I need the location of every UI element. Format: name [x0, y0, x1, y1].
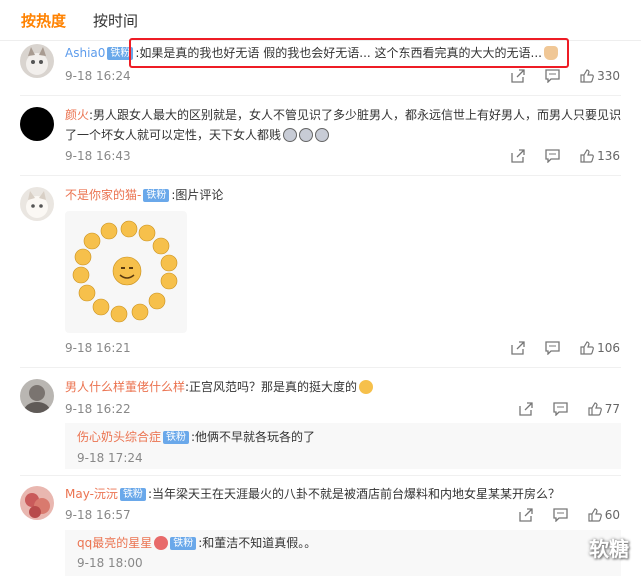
comment-actions: 60	[503, 507, 620, 523]
tab-by-time[interactable]: 按时间	[93, 10, 138, 31]
reply-text: qq最亮的星星 铁粉:和董洁不知道真假。。	[77, 534, 316, 552]
divider	[20, 367, 621, 368]
like-button[interactable]: 77	[588, 401, 620, 416]
share-icon[interactable]	[519, 507, 533, 522]
crying-face-emoji-icon	[315, 128, 330, 142]
like-count: 136	[597, 148, 620, 163]
reply-text: 伤心奶头综合症 铁粉:他俩不早就各玩各的了	[77, 428, 315, 446]
share-icon[interactable]	[519, 401, 533, 416]
reply-timestamp: 9-18 17:24	[77, 451, 143, 465]
comment-actions: 106	[495, 340, 620, 356]
avatar[interactable]	[20, 44, 54, 78]
fan-badge: 铁粉	[170, 537, 197, 550]
username[interactable]: 男人什么样董佬什么样	[65, 380, 185, 394]
reply-username[interactable]: qq最亮的星星	[77, 536, 152, 550]
comment-icon[interactable]	[553, 507, 568, 523]
username[interactable]: 不是你家的猫-	[65, 188, 141, 202]
timestamp: 9-18 16:43	[65, 149, 131, 163]
comment-text: 男人什么样董佬什么样:正宫风范吗？那是真的挺大度的	[65, 378, 374, 396]
comment-body-line2: 了一个坏女人就可以定性，天下女人都贱	[65, 128, 282, 142]
avatar[interactable]	[20, 107, 54, 141]
sparkle-emoji-icon	[154, 536, 169, 550]
like-button[interactable]: 136	[580, 148, 620, 163]
comment-text: 颜火:男人跟女人最大的区别就是，女人不管见识了多少脏男人，都永远信世上有好男人，…	[65, 106, 621, 124]
share-icon[interactable]	[511, 340, 526, 355]
comment-icon[interactable]	[545, 68, 560, 84]
comment-body-line1: :男人跟女人最大的区别就是，女人不管见识了多少脏男人，都永远信世上有好男人，而男…	[89, 108, 622, 122]
comment-actions: 77	[503, 401, 620, 417]
username[interactable]: May-沅沅	[65, 487, 118, 501]
watermark-logo: 软糖	[589, 537, 629, 561]
avatar[interactable]	[20, 379, 54, 413]
fan-badge: 铁粉	[119, 488, 146, 501]
comment-text-cont: 了一个坏女人就可以定性，天下女人都贱	[65, 126, 330, 144]
smile-emoji-icon	[359, 380, 374, 394]
emoji-circle-image	[72, 220, 178, 323]
reply-username[interactable]: 伤心奶头综合症	[77, 430, 161, 444]
comment-body: :图片评论	[171, 188, 224, 202]
reply-timestamp: 9-18 18:00	[77, 556, 143, 570]
comment-icon[interactable]	[545, 340, 560, 356]
comment-body: :当年梁天王在天涯最火的八卦不就是被酒店前台爆料和内地女星某某开房么？	[147, 487, 560, 501]
comment-actions: 330	[495, 68, 620, 84]
comment-image[interactable]	[65, 211, 187, 333]
like-button[interactable]: 60	[588, 507, 620, 522]
username[interactable]: 颜火	[65, 108, 89, 122]
comment-text: 不是你家的猫- 铁粉:图片评论	[65, 186, 223, 204]
avatar[interactable]	[20, 187, 54, 221]
divider	[20, 175, 621, 176]
like-button[interactable]: 330	[580, 68, 620, 83]
crying-face-emoji-icon	[283, 128, 298, 142]
sort-tabs: 按热度 按时间	[0, 0, 641, 41]
username[interactable]: Ashia0	[65, 46, 105, 60]
timestamp: 9-18 16:57	[65, 508, 131, 522]
like-count: 330	[597, 68, 620, 83]
comment-actions: 136	[495, 148, 620, 164]
reply-body: :和董洁不知道真假。。	[198, 536, 317, 550]
avatar[interactable]	[20, 486, 54, 520]
comment-icon[interactable]	[553, 401, 568, 417]
timestamp: 9-18 16:21	[65, 341, 131, 355]
like-count: 60	[604, 507, 620, 522]
comment-icon[interactable]	[545, 148, 560, 164]
reply-item: qq最亮的星星 铁粉:和董洁不知道真假。。 9-18 18:00	[65, 530, 621, 576]
timestamp: 9-18 16:22	[65, 402, 131, 416]
comment-body: :正宫风范吗？那是真的挺大度的	[185, 380, 358, 394]
like-count: 106	[597, 340, 620, 355]
like-count: 77	[604, 401, 620, 416]
fan-badge: 铁粉	[163, 431, 190, 444]
fan-badge: 铁粉	[143, 189, 170, 202]
timestamp: 9-18 16:24	[65, 69, 131, 83]
divider	[20, 95, 621, 96]
divider	[20, 475, 621, 476]
crying-face-emoji-icon	[299, 128, 314, 142]
highlight-box	[129, 38, 569, 68]
share-icon[interactable]	[511, 148, 526, 163]
reply-body: :他俩不早就各玩各的了	[191, 430, 316, 444]
reply-item: 伤心奶头综合症 铁粉:他俩不早就各玩各的了 9-18 17:24	[65, 423, 621, 469]
share-icon[interactable]	[511, 68, 526, 83]
comment-text: May-沅沅 铁粉:当年梁天王在天涯最火的八卦不就是被酒店前台爆料和内地女星某某开…	[65, 485, 560, 503]
like-button[interactable]: 106	[580, 340, 620, 355]
tab-by-hotness[interactable]: 按热度	[21, 10, 66, 31]
